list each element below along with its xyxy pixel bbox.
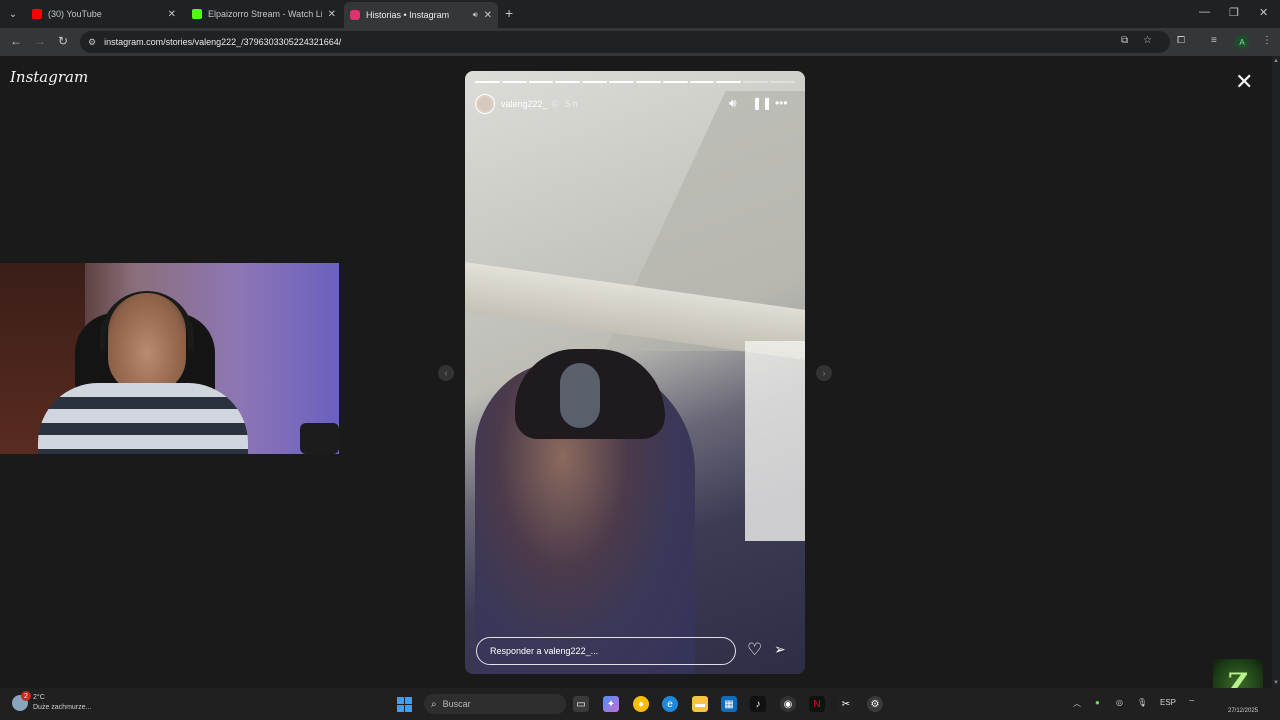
scroll-up-icon[interactable]: ▲ <box>1273 58 1279 64</box>
tray-network-icon[interactable]: ◎ <box>1116 698 1123 707</box>
story-progress-bar <box>475 81 795 83</box>
pause-icon[interactable]: ❚❚ <box>752 96 772 110</box>
heart-icon[interactable]: ♡ <box>747 640 762 660</box>
send-icon[interactable]: ➢ <box>774 641 786 658</box>
page-scrollbar[interactable]: ▲ ▼ <box>1272 56 1280 688</box>
address-bar[interactable]: ⚙ instagram.com/stories/valeng222_/37963… <box>80 31 1170 53</box>
instagram-story-viewer: Instagram ✕ ‹ › valeng222_ ✪ 5 h 🔊︎ ❚❚ •… <box>0 56 1272 707</box>
tab-search-chevron-icon[interactable]: ⌄ <box>4 5 22 23</box>
settings-gear-icon[interactable]: ⚙ <box>867 696 883 712</box>
media-controls-icon[interactable]: ≡ <box>1211 35 1217 46</box>
story-username[interactable]: valeng222_ <box>501 99 548 109</box>
notification-badge: 2 <box>21 691 31 701</box>
more-options-icon[interactable]: ••• <box>775 96 788 110</box>
tray-app-icon[interactable]: ● <box>1095 698 1100 707</box>
language-indicator[interactable]: ESP <box>1160 698 1176 707</box>
speaker-icon[interactable]: 🔊︎ <box>473 10 478 20</box>
tab-kick[interactable]: Elpaizorro Stream - Watch Live ✕ <box>186 3 342 25</box>
tab-instagram[interactable]: Historias • Instagram 🔊︎ ✕ <box>344 2 498 28</box>
restore-icon[interactable]: ❐ <box>1229 6 1239 19</box>
taskbar-search[interactable]: ⌕ Buscar <box>424 694 566 714</box>
close-tab-icon[interactable]: ✕ <box>328 9 336 20</box>
microsoft-store-icon[interactable]: ▦ <box>721 696 737 712</box>
weather-widget[interactable]: 2 2°C Duże zachmurze... <box>12 691 92 713</box>
tray-chevron-icon[interactable]: ︿ <box>1073 698 1081 709</box>
avatar[interactable] <box>475 94 495 114</box>
close-window-icon[interactable]: ✕ <box>1259 6 1268 19</box>
edge-icon[interactable]: e <box>662 696 678 712</box>
verified-badge-icon: ✪ <box>551 98 560 109</box>
windows-taskbar: 2 2°C Duże zachmurze... ⌕ Buscar ▭ ✦ ● e… <box>0 688 1280 720</box>
profile-avatar[interactable]: A <box>1235 35 1249 49</box>
tiktok-icon[interactable]: ♪ <box>750 696 766 712</box>
wifi-icon[interactable]: ⌔ <box>1188 698 1196 708</box>
menu-kebab-icon[interactable]: ⋮ <box>1262 35 1272 46</box>
instagram-favicon-icon <box>350 10 360 20</box>
scroll-down-icon[interactable]: ▼ <box>1273 680 1279 686</box>
file-explorer-icon[interactable]: ▬ <box>692 696 708 712</box>
previous-story-chevron-icon[interactable]: ‹ <box>438 365 454 381</box>
bookmark-star-icon[interactable]: ☆ <box>1143 35 1152 46</box>
story-timestamp: 5 h <box>565 99 578 109</box>
close-icon[interactable]: ✕ <box>1235 71 1253 93</box>
youtube-favicon-icon <box>32 9 42 19</box>
story-progress-segment <box>689 81 715 83</box>
search-icon: ⌕ <box>431 698 437 710</box>
install-app-icon[interactable]: ⧉ <box>1121 35 1128 46</box>
chrome-icon[interactable]: ● <box>633 696 649 712</box>
kick-favicon-icon <box>192 9 202 19</box>
windows-start-icon[interactable] <box>397 697 412 712</box>
browser-tab-strip: ⌄ (30) YouTube ✕ Elpaizorro Stream - Wat… <box>0 0 1280 28</box>
streamer-webcam-overlay <box>0 263 339 454</box>
next-story-chevron-icon[interactable]: › <box>816 365 832 381</box>
taskbar-date[interactable]: 27/12/2025 <box>1228 708 1258 714</box>
instagram-logo[interactable]: Instagram <box>10 68 88 86</box>
story-header: valeng222_ ✪ 5 h 🔊︎ ❚❚ ••• <box>475 93 795 115</box>
close-tab-icon[interactable]: ✕ <box>484 10 492 21</box>
story-progress-segment <box>501 81 527 83</box>
microphone-icon[interactable]: 🎙︎ <box>1137 698 1147 707</box>
story-progress-segment <box>770 81 795 83</box>
minimize-icon[interactable]: — <box>1199 6 1210 18</box>
story-progress-segment <box>555 81 581 83</box>
story-progress-segment <box>743 81 769 83</box>
site-info-icon[interactable]: ⚙ <box>88 37 96 48</box>
extensions-icon[interactable]: ⧠ <box>1177 35 1185 46</box>
capcut-icon[interactable]: ✂ <box>838 696 854 712</box>
reply-input[interactable]: Responder a valeng222_... <box>476 637 736 665</box>
story-progress-segment <box>609 81 634 83</box>
task-view-icon[interactable]: ▭ <box>573 696 589 712</box>
story-progress-segment <box>716 81 742 83</box>
copilot-icon[interactable]: ✦ <box>603 696 619 712</box>
story-progress-segment <box>475 81 500 83</box>
app-icon[interactable]: ◉ <box>780 696 796 712</box>
weather-description: Duże zachmurze... <box>33 704 92 711</box>
tab-youtube[interactable]: (30) YouTube ✕ <box>26 3 182 25</box>
tab-title: Elpaizorro Stream - Watch Live <box>208 9 322 19</box>
browser-toolbar: ← → ↻ ⚙ instagram.com/stories/valeng222_… <box>0 28 1280 56</box>
story-progress-segment <box>662 81 688 83</box>
weather-temp: 2°C <box>33 694 45 701</box>
back-icon[interactable]: ← <box>10 34 22 48</box>
cloud-icon: 2 <box>12 691 31 711</box>
story-progress-segment <box>635 81 661 83</box>
tab-title: Historias • Instagram <box>366 10 450 20</box>
story-progress-segment <box>582 81 608 83</box>
volume-icon[interactable]: 🔊︎ <box>729 96 737 111</box>
new-tab-button[interactable]: + <box>505 5 513 21</box>
url-text: instagram.com/stories/valeng222_/3796303… <box>104 37 342 47</box>
forward-icon[interactable]: → <box>34 34 46 48</box>
search-placeholder: Buscar <box>442 699 471 709</box>
story-progress-segment <box>528 81 554 83</box>
story-card[interactable]: valeng222_ ✪ 5 h 🔊︎ ❚❚ ••• Responder a v… <box>465 71 805 674</box>
close-tab-icon[interactable]: ✕ <box>168 9 176 20</box>
tab-title: (30) YouTube <box>48 9 102 19</box>
reload-icon[interactable]: ↻ <box>58 34 68 48</box>
netflix-icon[interactable]: N <box>809 696 825 712</box>
